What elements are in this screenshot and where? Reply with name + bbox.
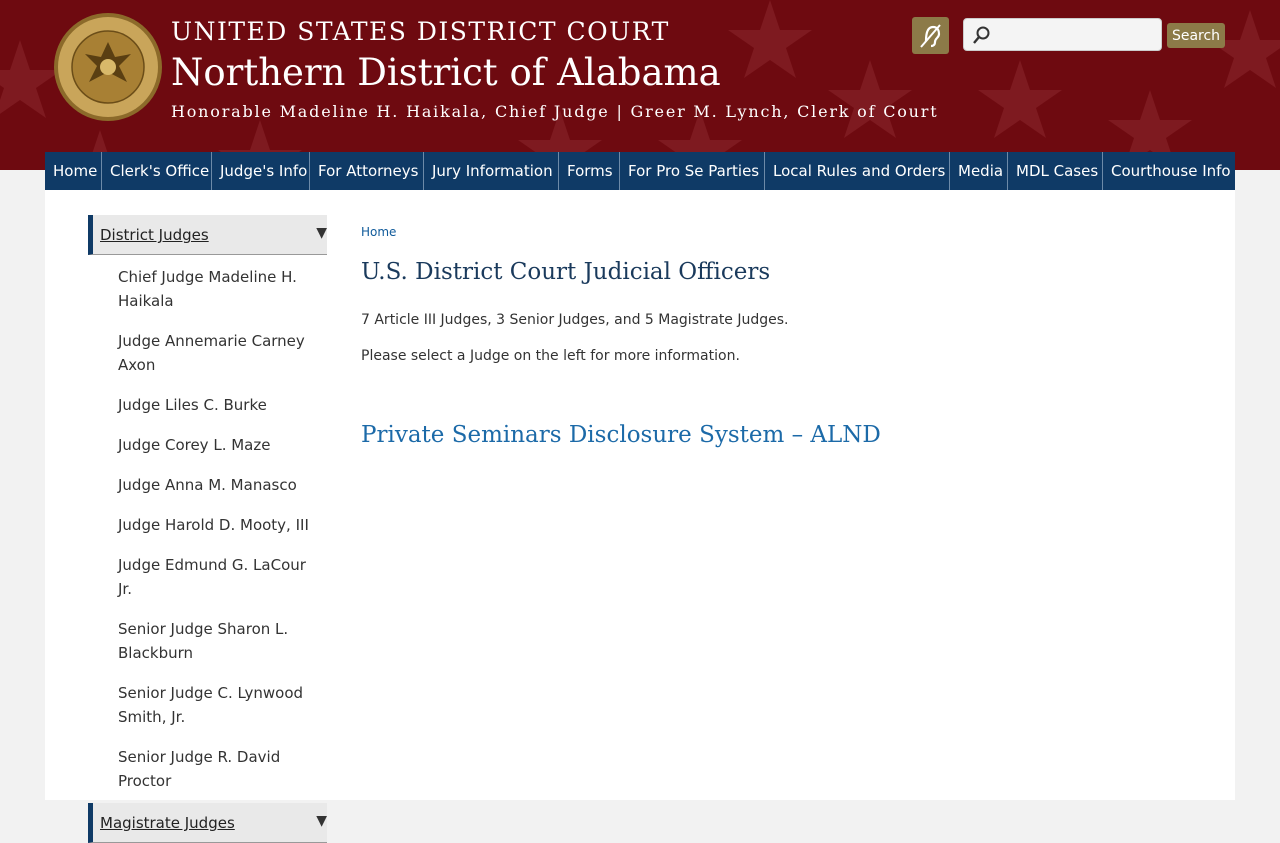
content-area: District Judges ▼ Chief Judge Madeline H… (45, 190, 1235, 843)
page-title: U.S. District Court Judicial Officers (361, 259, 771, 285)
instruction-text: Please select a Judge on the left for mo… (361, 348, 740, 364)
search-box (963, 18, 1162, 51)
sidebar-item-judge[interactable]: Senior Judge C. Lynwood Smith, Jr. (88, 671, 327, 735)
sidebar-section-label[interactable]: District Judges (100, 226, 209, 244)
judge-list: Chief Judge Madeline H. Haikala Judge An… (88, 255, 327, 799)
sidebar-item-judge[interactable]: Judge Liles C. Burke (88, 383, 327, 423)
sidebar-item-judge[interactable]: Judge Harold D. Mooty, III (88, 503, 327, 543)
sidebar-section-magistrate-judges[interactable]: Magistrate Judges ▼ (88, 803, 327, 843)
nav-clerks-office[interactable]: Clerk's Office (102, 152, 212, 190)
nav-pro-se[interactable]: For Pro Se Parties (620, 152, 765, 190)
nav-mdl-cases[interactable]: MDL Cases (1008, 152, 1103, 190)
nav-jury-information[interactable]: Jury Information (424, 152, 559, 190)
nav-courthouse-info[interactable]: Courthouse Info (1103, 152, 1235, 190)
sidebar-item-judge[interactable]: Senior Judge R. David Proctor (88, 735, 327, 799)
nav-forms[interactable]: Forms (559, 152, 620, 190)
court-name: UNITED STATES DISTRICT COURT (171, 17, 670, 46)
search-button[interactable]: Search (1167, 23, 1225, 48)
sidebar: District Judges ▼ Chief Judge Madeline H… (88, 215, 327, 843)
site-header: UNITED STATES DISTRICT COURT Northern Di… (0, 0, 1280, 170)
hearing-assist-icon (920, 24, 941, 48)
district-name[interactable]: Northern District of Alabama (171, 51, 721, 94)
nav-judges-info[interactable]: Judge's Info (212, 152, 310, 190)
search-input[interactable] (994, 23, 1158, 49)
sidebar-item-judge[interactable]: Senior Judge Sharon L. Blackburn (88, 607, 327, 671)
sidebar-section-district-judges[interactable]: District Judges ▼ (88, 215, 327, 255)
sidebar-item-judge[interactable]: Chief Judge Madeline H. Haikala (88, 255, 327, 319)
sidebar-item-judge[interactable]: Judge Anna M. Manasco (88, 463, 327, 503)
sidebar-item-judge[interactable]: Judge Corey L. Maze (88, 423, 327, 463)
nav-media[interactable]: Media (950, 152, 1008, 190)
sidebar-section-label[interactable]: Magistrate Judges (100, 814, 235, 832)
main-content: Home U.S. District Court Judicial Office… (361, 225, 1211, 448)
chevron-down-icon[interactable]: ▼ (316, 225, 327, 241)
seminars-disclosure-link[interactable]: Private Seminars Disclosure System – ALN… (361, 422, 1211, 448)
officer-summary: 7 Article III Judges, 3 Senior Judges, a… (361, 312, 789, 328)
nav-local-rules[interactable]: Local Rules and Orders (765, 152, 950, 190)
sidebar-item-judge[interactable]: Judge Edmund G. LaCour Jr. (88, 543, 327, 607)
breadcrumb[interactable]: Home (361, 225, 1211, 239)
officials-line: Honorable Madeline H. Haikala, Chief Jud… (171, 102, 939, 121)
search-icon (973, 26, 990, 44)
main-nav: Home Clerk's Office Judge's Info For Att… (45, 152, 1235, 190)
chevron-down-icon[interactable]: ▼ (316, 813, 327, 829)
nav-home[interactable]: Home (45, 152, 102, 190)
accessibility-button[interactable] (912, 17, 949, 54)
court-seal-icon[interactable] (53, 12, 163, 122)
sidebar-item-judge[interactable]: Judge Annemarie Carney Axon (88, 319, 327, 383)
nav-for-attorneys[interactable]: For Attorneys (310, 152, 424, 190)
